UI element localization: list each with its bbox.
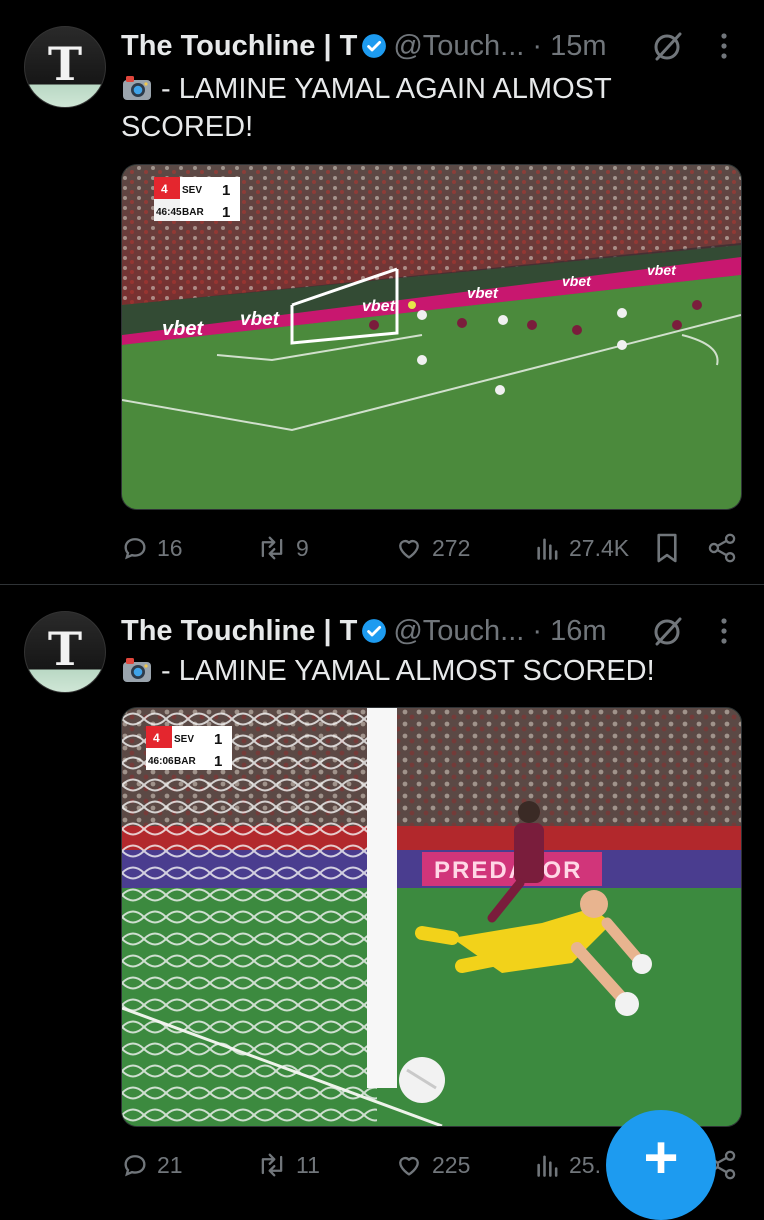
home-team: SEV: [174, 734, 194, 745]
home-team: SEV: [182, 185, 202, 196]
author-name[interactable]: The Touchline | T: [121, 615, 357, 647]
scorebug: 4 SEV BAR 46:06 1 1: [146, 726, 232, 770]
tweet-2[interactable]: T The Touchline | T @Touch... · 16m - LAM…: [0, 585, 764, 1200]
sponsor-board: vbet: [647, 262, 677, 278]
views-count: 25.: [569, 1151, 601, 1178]
reply-button[interactable]: 21: [121, 1147, 183, 1183]
like-icon: [399, 1156, 419, 1176]
camera-icon: [123, 76, 151, 100]
tweet-header: The Touchline | T @Touch... · 16m: [121, 615, 741, 651]
sponsor-board: vbet: [562, 273, 592, 289]
more-icon[interactable]: [714, 615, 734, 647]
svg-text:4: 4: [153, 731, 160, 745]
verified-badge-icon: [362, 34, 387, 58]
author-name[interactable]: The Touchline | T: [121, 30, 357, 62]
like-button[interactable]: 225: [394, 1147, 470, 1183]
views-button[interactable]: 27.4K: [535, 530, 629, 566]
tweet-1[interactable]: T The Touchline | T @Touch... · 15m - LAM…: [0, 0, 764, 584]
match-clock: 46:06: [148, 756, 174, 767]
compose-plus-icon: +: [643, 1124, 679, 1191]
repost-count: 9: [296, 534, 309, 561]
svg-text:4: 4: [161, 182, 168, 196]
author-handle[interactable]: @Touch...: [393, 30, 524, 62]
tweet-text-content: - LAMINE YAMAL AGAIN ALMOST SCORED!: [121, 73, 612, 143]
match-clock: 46:45: [156, 207, 182, 218]
tweet-media[interactable]: vbet vbet vbet vbet vbet vbet 4 SEV BAR …: [121, 164, 742, 510]
avatar[interactable]: T: [24, 611, 106, 693]
views-icon: [537, 538, 558, 560]
stadium-board: PREDATOR: [434, 857, 582, 884]
repost-button[interactable]: 11: [256, 1147, 320, 1183]
like-icon: [399, 539, 419, 559]
tweet-text: - LAMINE YAMAL ALMOST SCORED!: [121, 652, 721, 690]
verified-badge-icon: [362, 619, 387, 643]
avatar[interactable]: T: [24, 26, 106, 108]
repost-icon: [261, 536, 283, 560]
sponsor-board: vbet: [240, 309, 280, 330]
like-count: 225: [432, 1151, 471, 1178]
reply-count: 21: [157, 1151, 183, 1178]
tweet-time[interactable]: · 16m: [532, 615, 606, 647]
sponsor-board: vbet: [467, 285, 499, 302]
mute-icon[interactable]: [650, 613, 686, 649]
scorebug: 4 SEV BAR 46:45 1 1: [154, 177, 240, 221]
bookmark-icon[interactable]: [654, 530, 680, 566]
views-button[interactable]: 25.: [535, 1147, 601, 1183]
views-count: 27.4K: [569, 534, 630, 561]
home-score: 1: [222, 182, 230, 199]
tweet-text-content: - LAMINE YAMAL ALMOST SCORED!: [161, 655, 655, 687]
compose-button[interactable]: +: [606, 1110, 716, 1220]
repost-button[interactable]: 9: [256, 530, 309, 566]
football-pitch-image: vbet vbet vbet vbet vbet vbet 4 SEV BAR …: [122, 165, 741, 509]
tweet-header: The Touchline | T @Touch... · 15m: [121, 30, 741, 66]
tweet-text: - LAMINE YAMAL AGAIN ALMOST SCORED!: [121, 70, 721, 146]
reply-count: 16: [157, 534, 183, 561]
views-icon: [537, 1155, 558, 1177]
author-handle[interactable]: @Touch...: [393, 615, 524, 647]
away-score: 1: [222, 204, 230, 221]
away-score: 1: [214, 753, 222, 770]
tweet-media[interactable]: PREDATOR 4 SEV BAR 46:06 1 1: [121, 707, 742, 1127]
reply-button[interactable]: 16: [121, 530, 183, 566]
reply-icon: [124, 538, 146, 560]
away-team: BAR: [174, 756, 196, 767]
avatar-letter: T: [47, 37, 83, 91]
like-count: 272: [432, 534, 471, 561]
mute-icon[interactable]: [650, 28, 686, 64]
sponsor-board: vbet: [362, 298, 396, 315]
tweet-time[interactable]: · 15m: [532, 30, 606, 62]
reply-icon: [124, 1155, 146, 1177]
camera-icon: [123, 658, 151, 682]
more-icon[interactable]: [714, 30, 734, 62]
like-button[interactable]: 272: [394, 530, 470, 566]
away-team: BAR: [182, 207, 204, 218]
avatar-letter: T: [47, 622, 83, 676]
goalkeeper-save-image: PREDATOR 4 SEV BAR 46:06 1 1: [122, 708, 741, 1126]
tweet-actions: 16 9 272 27.4K: [121, 530, 741, 566]
share-icon[interactable]: [707, 530, 737, 566]
home-score: 1: [214, 731, 222, 748]
repost-count: 11: [296, 1151, 320, 1178]
repost-icon: [261, 1153, 283, 1177]
